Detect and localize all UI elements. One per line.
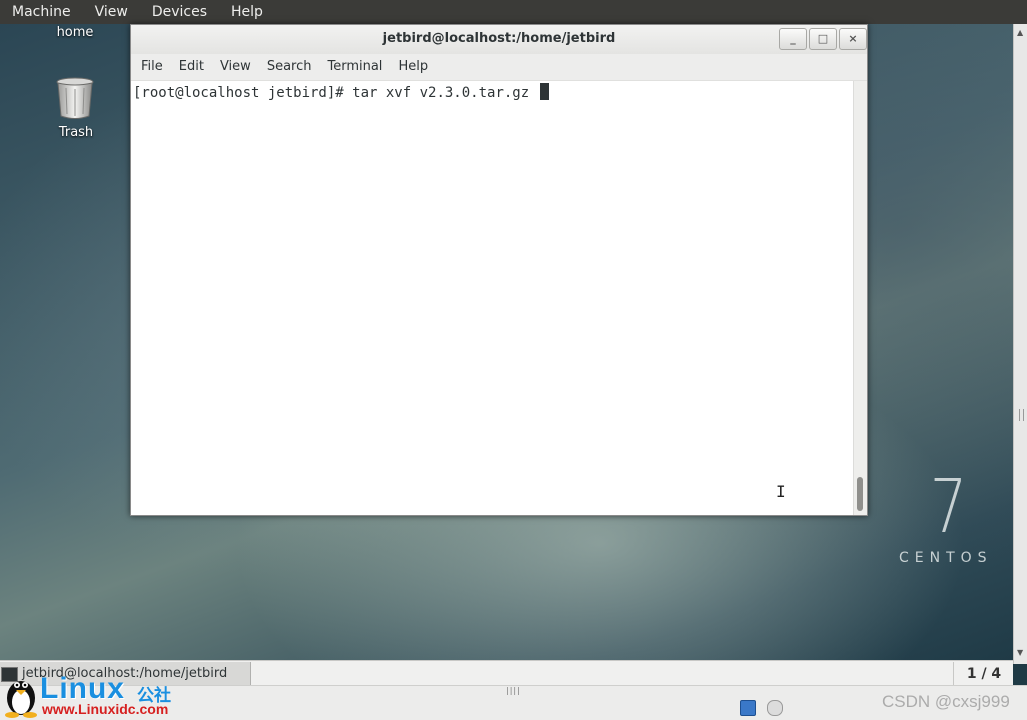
menu-edit[interactable]: Edit (171, 54, 212, 80)
menu-help[interactable]: Help (390, 54, 436, 80)
vm-menu-machine[interactable]: Machine (0, 0, 83, 24)
terminal-scrollbar-thumb[interactable] (857, 477, 863, 511)
vm-menu-devices[interactable]: Devices (140, 0, 219, 24)
text-cursor (539, 83, 549, 100)
horizontal-scroll-grip-icon[interactable]: |||| (506, 686, 521, 695)
close-button[interactable]: × (839, 28, 867, 50)
vm-menu-help[interactable]: Help (219, 0, 275, 24)
window-title: jetbird@localhost:/home/jetbird (382, 31, 616, 46)
menu-file[interactable]: File (133, 54, 171, 80)
shell-prompt: [root@localhost jetbird]# (133, 85, 353, 101)
trash-icon-label[interactable]: Trash (31, 125, 121, 140)
hard-disk-status-icon[interactable] (740, 700, 756, 716)
linuxidc-url-watermark: www.Linuxidc.com (42, 701, 169, 717)
maximize-button[interactable]: □ (809, 28, 837, 50)
centos-wordmark: CENTOS (899, 550, 993, 566)
vm-vertical-scrollbar[interactable]: ▲ ▼ (1013, 24, 1027, 664)
typed-command: tar xvf v2.3.0.tar.gz (352, 85, 538, 101)
trash-icon[interactable] (55, 76, 95, 120)
scroll-up-arrow-icon[interactable]: ▲ (1017, 28, 1023, 37)
scroll-down-arrow-icon[interactable]: ▼ (1017, 648, 1023, 657)
terminal-window[interactable]: jetbird@localhost:/home/jetbird _ □ × Fi… (130, 24, 868, 516)
scrollbar-grip-icon[interactable] (1019, 409, 1024, 421)
menu-search[interactable]: Search (259, 54, 320, 80)
vm-menu-view[interactable]: View (83, 0, 140, 24)
csdn-watermark: CSDN @cxsj999 (882, 692, 1010, 711)
menu-view[interactable]: View (212, 54, 259, 80)
terminal-menubar: File Edit View Search Terminal Help (131, 54, 867, 81)
home-icon-label[interactable]: home (30, 25, 120, 40)
terminal-titlebar[interactable]: jetbird@localhost:/home/jetbird _ □ × (131, 25, 867, 54)
menu-terminal[interactable]: Terminal (319, 54, 390, 80)
centos-version-mark: 7 (929, 464, 968, 550)
workspace-indicator[interactable]: 1 / 4 (953, 662, 1014, 686)
ibeam-mouse-pointer-icon: I (776, 482, 786, 501)
optical-drive-status-icon[interactable] (767, 700, 784, 716)
minimize-button[interactable]: _ (779, 28, 807, 50)
tux-penguin-logo-icon (5, 681, 37, 718)
vm-menubar: Machine View Devices Help (0, 0, 1027, 24)
command-line[interactable]: [root@localhost jetbird]# tar xvf v2.3.0… (133, 83, 549, 101)
terminal-scrollbar[interactable] (853, 81, 867, 515)
terminal-output-area[interactable]: [root@localhost jetbird]# tar xvf v2.3.0… (131, 81, 853, 515)
